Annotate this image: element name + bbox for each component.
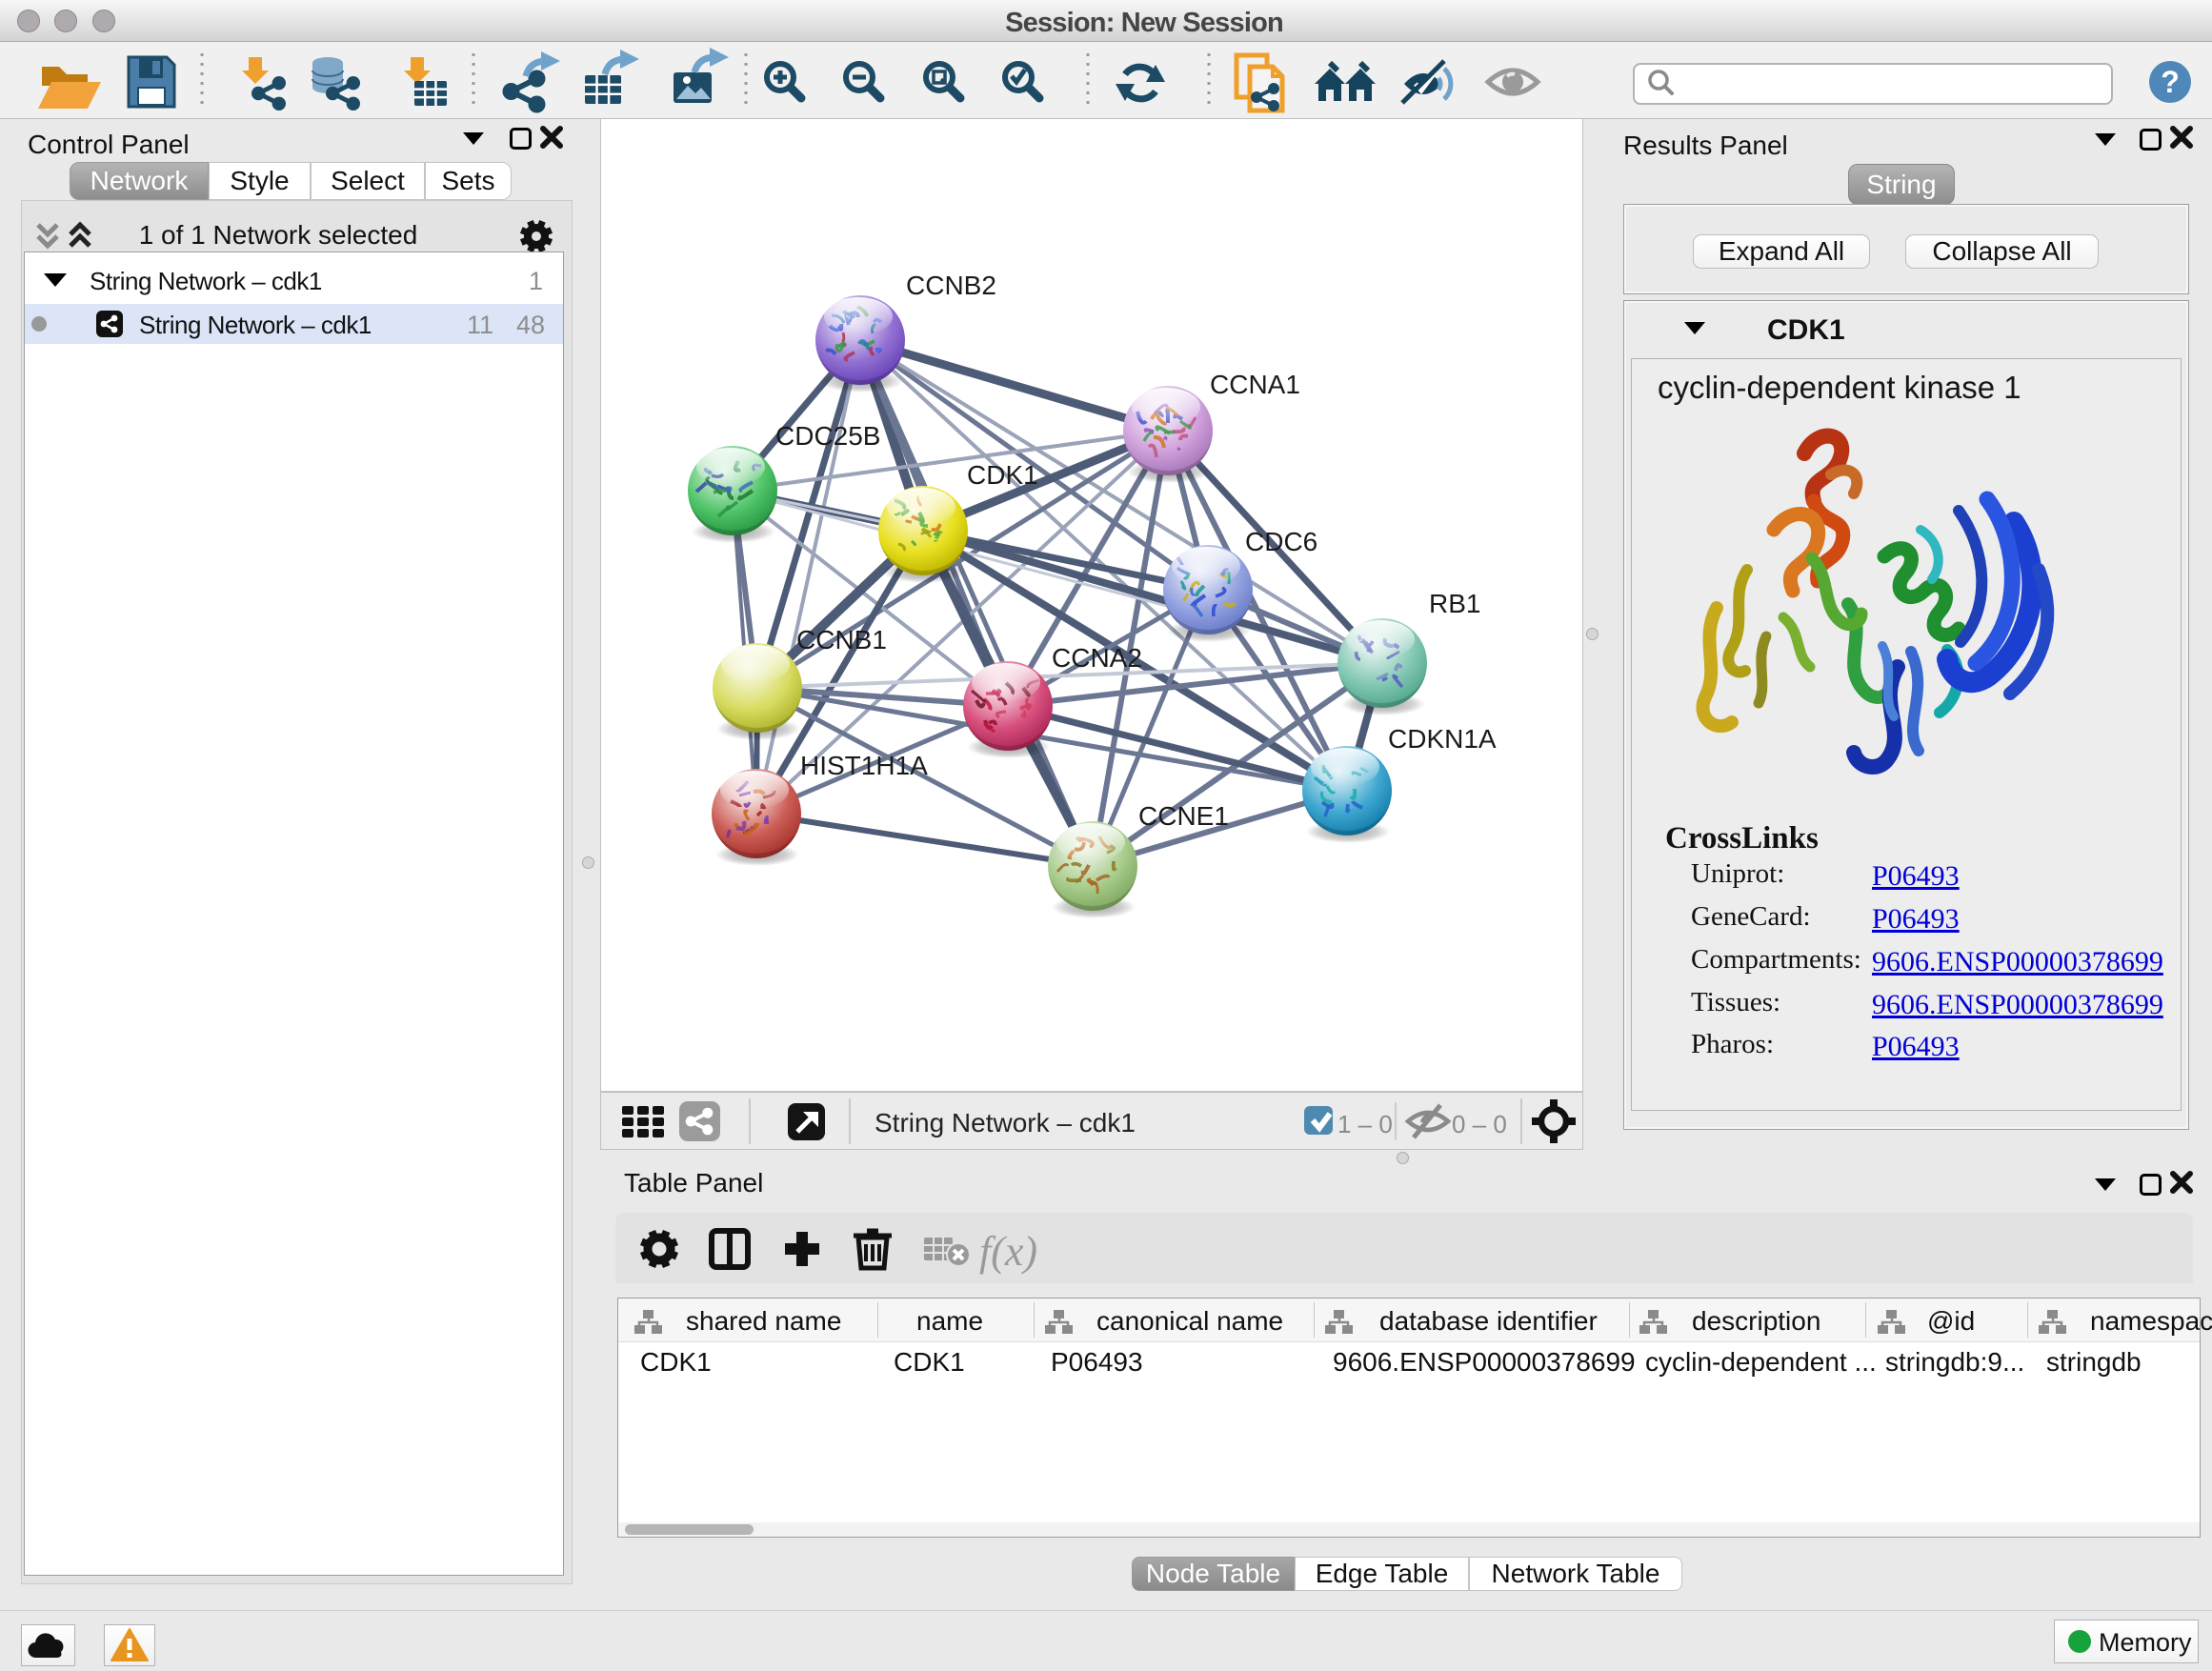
svg-text:CDC6: CDC6 — [1245, 527, 1317, 556]
svg-text:CCNE1: CCNE1 — [1138, 801, 1229, 831]
svg-text:CDC25B: CDC25B — [775, 421, 880, 451]
svg-text:CCNB1: CCNB1 — [796, 625, 887, 654]
svg-text:HIST1H1A: HIST1H1A — [800, 751, 928, 780]
svg-text:CDKN1A: CDKN1A — [1388, 724, 1497, 754]
svg-text:RB1: RB1 — [1429, 589, 1480, 618]
svg-text:CCNB2: CCNB2 — [906, 271, 996, 300]
svg-text:CCNA2: CCNA2 — [1052, 643, 1142, 673]
svg-text:?: ? — [2161, 65, 2180, 99]
svg-text:CCNA1: CCNA1 — [1210, 370, 1300, 399]
svg-text:CDK1: CDK1 — [967, 460, 1038, 490]
